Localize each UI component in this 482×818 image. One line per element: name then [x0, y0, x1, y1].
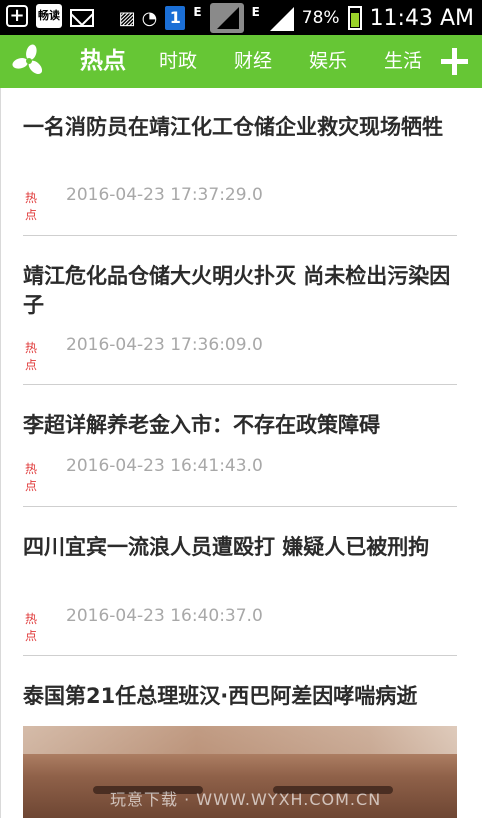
- tab-politics[interactable]: 时政: [159, 35, 197, 88]
- news-item[interactable]: 泰国第21任总理班汉·西巴阿差因哮喘病逝: [23, 682, 457, 711]
- signal-icon: [268, 5, 294, 31]
- divider: [23, 384, 457, 385]
- category-tag: 热点: [25, 462, 38, 493]
- network-type-label-2: E: [251, 5, 260, 19]
- tab-hot[interactable]: 热点: [80, 35, 126, 88]
- news-item[interactable]: 四川宜宾一流浪人员遭殴打 嫌疑人已被刑拘 热点 2016-04-23 16:40…: [23, 533, 457, 643]
- news-item[interactable]: 靖江危化品仓储大火明火扑灭 尚未检出污染因子 热点 2016-04-23 17:…: [23, 262, 457, 372]
- battery-percent: 78%: [301, 8, 340, 28]
- category-tag: 热点: [25, 191, 38, 222]
- tab-life[interactable]: 生活: [384, 35, 422, 88]
- publish-time: 2016-04-23 16:41:43.0: [66, 456, 263, 476]
- battery-icon: [347, 6, 362, 30]
- network-type-label: E: [193, 5, 202, 19]
- divider: [23, 655, 457, 656]
- category-tag: 热点: [25, 612, 38, 643]
- news-title: 四川宜宾一流浪人员遭殴打 嫌疑人已被刑拘: [23, 535, 430, 559]
- divider: [23, 506, 457, 507]
- signal-strength-icon: [209, 3, 244, 33]
- divider: [23, 235, 457, 236]
- mute-icon: ▨: [118, 7, 136, 29]
- tab-entertainment[interactable]: 娱乐: [309, 35, 347, 88]
- publish-time: 2016-04-23 17:37:29.0: [66, 185, 263, 205]
- news-title: 一名消防员在靖江化工仓储企业救灾现场牺牲: [23, 115, 443, 139]
- news-title: 李超详解养老金入市：不存在政策障碍: [23, 413, 380, 437]
- watermark-text: 玩意下载 · WWW.WYXH.COM.CN: [110, 790, 382, 809]
- wifi-icon: ◔: [141, 7, 158, 29]
- app-logo-icon[interactable]: [12, 44, 46, 78]
- reader-app-icon: 畅读: [36, 4, 62, 28]
- tab-finance[interactable]: 财经: [234, 35, 272, 88]
- clock: 11:43 AM: [369, 5, 474, 31]
- mail-icon: [70, 8, 94, 27]
- category-tag: 热点: [25, 341, 38, 372]
- publish-time: 2016-04-23 16:40:37.0: [66, 606, 263, 626]
- news-item[interactable]: 李超详解养老金入市：不存在政策障碍 热点 2016-04-23 16:41:43…: [23, 411, 457, 493]
- add-category-button[interactable]: [441, 48, 468, 75]
- notification-count-badge: 1: [165, 6, 186, 30]
- publish-time: 2016-04-23 17:36:09.0: [66, 335, 263, 355]
- news-item[interactable]: 一名消防员在靖江化工仓储企业救灾现场牺牲 热点 2016-04-23 17:37…: [23, 113, 457, 222]
- news-title: 靖江危化品仓储大火明火扑灭 尚未检出污染因子: [23, 264, 451, 317]
- add-notification-icon: +: [6, 5, 28, 27]
- news-title: 泰国第21任总理班汉·西巴阿差因哮喘病逝: [23, 684, 418, 708]
- status-bar: + 畅读 ▨ ◔ 1 E E 78% 11:43 AM: [0, 0, 482, 35]
- category-nav-bar: 热点 时政 财经 娱乐 生活: [0, 35, 482, 88]
